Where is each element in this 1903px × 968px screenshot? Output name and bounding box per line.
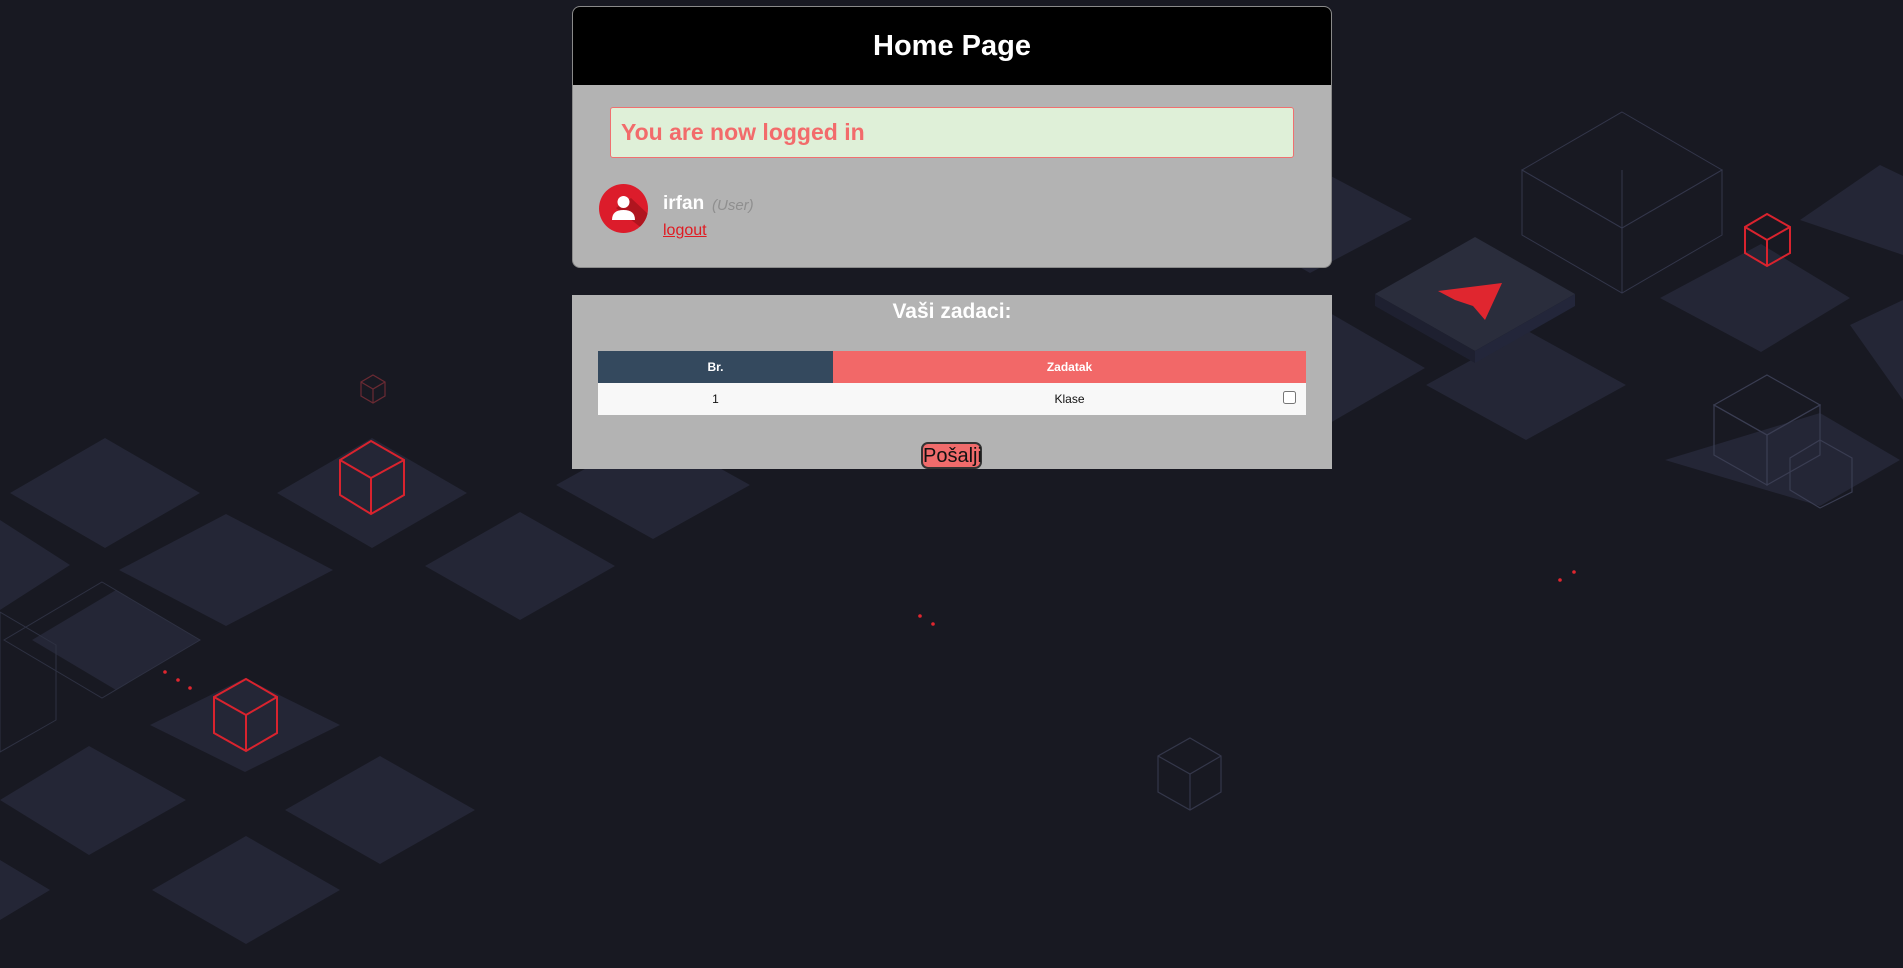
page-title: Home Page bbox=[873, 29, 1031, 62]
column-header-number: Br. bbox=[598, 351, 833, 383]
tasks-card: Vaši zadaci: Br. Zadatak 1 Klase Pošalji bbox=[572, 295, 1332, 469]
user-role: (User) bbox=[712, 197, 754, 214]
home-card: Home Page You are now logged in irfan (U… bbox=[572, 6, 1332, 268]
task-number-cell: 1 bbox=[598, 383, 833, 415]
table-row: 1 Klase bbox=[598, 383, 1306, 415]
success-alert: You are now logged in bbox=[610, 107, 1294, 158]
alert-message: You are now logged in bbox=[621, 119, 865, 145]
submit-button[interactable]: Pošalji bbox=[921, 442, 982, 469]
username: irfan bbox=[663, 193, 705, 214]
column-header-task: Zadatak bbox=[833, 351, 1306, 383]
tasks-table: Br. Zadatak 1 Klase bbox=[598, 351, 1306, 415]
task-name: Klase bbox=[1054, 392, 1085, 406]
task-done-checkbox[interactable] bbox=[1283, 391, 1296, 404]
table-header-row: Br. Zadatak bbox=[598, 351, 1306, 383]
card-header: Home Page bbox=[573, 7, 1331, 85]
task-name-cell: Klase bbox=[833, 383, 1306, 415]
avatar bbox=[599, 184, 648, 233]
tasks-title: Vaši zadaci: bbox=[892, 300, 1012, 323]
logout-link[interactable]: logout bbox=[663, 222, 707, 240]
user-icon bbox=[612, 196, 648, 233]
